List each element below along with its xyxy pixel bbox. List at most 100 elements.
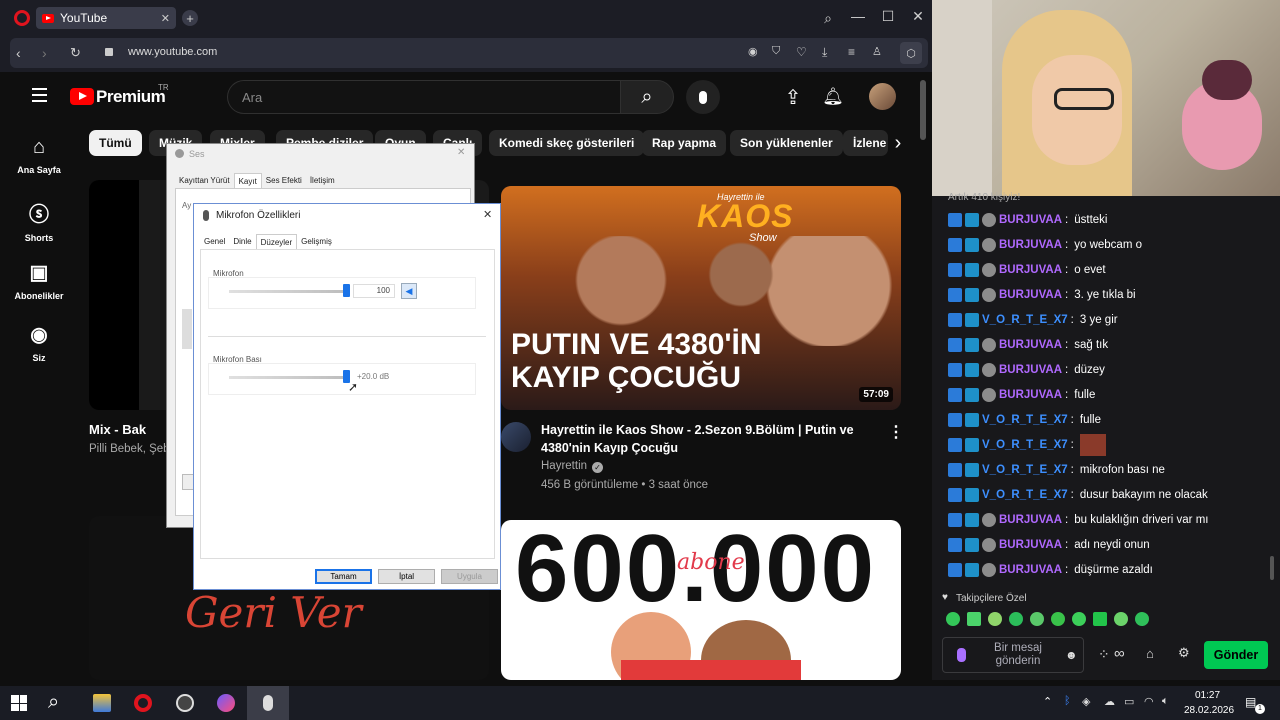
- tab-listen[interactable]: Dinle: [229, 234, 255, 250]
- send-button[interactable]: Gönder: [1204, 641, 1268, 669]
- chat-username[interactable]: BURJUVAA: [999, 364, 1062, 376]
- microphone-slider-track[interactable]: [229, 290, 347, 293]
- tab-communications[interactable]: İletişim: [306, 173, 339, 189]
- premium-logo-text[interactable]: Premium: [96, 87, 166, 107]
- battery-icon[interactable]: ▭: [1124, 695, 1134, 708]
- chat-username[interactable]: BURJUVAA: [999, 514, 1062, 526]
- video-title-mix[interactable]: Mix - Bak: [89, 422, 146, 437]
- chat-username[interactable]: BURJUVAA: [999, 389, 1062, 401]
- youtube-logo-icon[interactable]: [70, 88, 94, 105]
- store-icon[interactable]: ⌂: [1146, 646, 1154, 661]
- notifications-bell-icon[interactable]: 🔔︎: [820, 84, 846, 110]
- sidebar-item-shorts[interactable]: ⓢ Shorts: [0, 198, 78, 243]
- video-meta-mix[interactable]: Pilli Bebek, Şeb: [89, 443, 170, 455]
- emote-icon[interactable]: [1030, 612, 1044, 626]
- obs-icon[interactable]: [176, 694, 194, 712]
- chevron-up-icon[interactable]: ⌃: [1043, 695, 1052, 708]
- windows-start-icon[interactable]: [11, 695, 27, 711]
- bits-icon[interactable]: ⁘: [1098, 646, 1110, 663]
- close-icon[interactable]: ✕: [457, 147, 465, 158]
- speaker-mute-icon[interactable]: ◀: [401, 283, 417, 299]
- tab-recording[interactable]: Kayıt: [233, 173, 262, 189]
- emote-icon[interactable]: [1135, 612, 1149, 626]
- clock-time[interactable]: 01:27: [1195, 690, 1220, 701]
- chip-comedy[interactable]: Komedi skeç gösterileri: [489, 130, 645, 156]
- bluetooth-icon[interactable]: ᛒ: [1064, 695, 1071, 707]
- emote-icon[interactable]: [1114, 612, 1128, 626]
- chat-username[interactable]: BURJUVAA: [999, 539, 1062, 551]
- cloud-icon[interactable]: ☁: [1104, 695, 1115, 708]
- url-text[interactable]: www.youtube.com: [128, 46, 217, 58]
- chip-watched[interactable]: İzlene: [843, 130, 888, 156]
- chat-username[interactable]: BURJUVAA: [999, 289, 1062, 301]
- tab-advanced[interactable]: Gelişmiş: [297, 234, 336, 250]
- volume-icon[interactable]: 🔈︎: [1162, 695, 1169, 708]
- emoji-icon[interactable]: ☻: [1065, 648, 1078, 662]
- sidebar-item-you[interactable]: ◉ Siz: [0, 322, 78, 363]
- chip-rap[interactable]: Rap yapma: [642, 130, 727, 156]
- chat-scrollbar[interactable]: [1270, 556, 1274, 580]
- video-thumbnail-kaos[interactable]: Hayrettin ile KAOS Show PUTIN VE 4380'İN…: [501, 186, 901, 410]
- clock-date[interactable]: 28.02.2026: [1184, 705, 1234, 716]
- chat-username[interactable]: V_O_R_T_E_X7: [982, 489, 1068, 501]
- sound-settings-taskbar-item[interactable]: [247, 686, 289, 720]
- sidebar-item-subscriptions[interactable]: ▣ Abonelikler: [0, 260, 78, 301]
- emote-icon[interactable]: [946, 612, 960, 626]
- more-options-icon[interactable]: ⋮: [888, 422, 904, 442]
- hamburger-menu-icon[interactable]: [32, 88, 47, 102]
- heart-icon[interactable]: ♡: [796, 45, 807, 59]
- sidebar-item-home[interactable]: ⌂ Ana Sayfa: [0, 136, 78, 175]
- tab-playback[interactable]: Kayıttan Yürüt: [175, 173, 234, 189]
- search-input[interactable]: Ara: [227, 80, 620, 114]
- opera-taskbar-icon[interactable]: [134, 694, 152, 712]
- extension-box-icon[interactable]: ⬡: [900, 42, 922, 64]
- page-scrollbar[interactable]: [920, 80, 926, 140]
- microphone-level-value[interactable]: 100: [353, 284, 395, 298]
- tab-levels[interactable]: Düzeyler: [255, 234, 298, 250]
- camera-icon[interactable]: ◉: [748, 45, 758, 58]
- microphone-slider-thumb[interactable]: [343, 284, 350, 297]
- chat-username[interactable]: V_O_R_T_E_X7: [982, 464, 1068, 476]
- back-icon[interactable]: ‹: [16, 45, 21, 61]
- channel-avatar[interactable]: [501, 422, 531, 452]
- microphone-icon[interactable]: [957, 648, 966, 662]
- chevron-right-icon[interactable]: ›: [888, 130, 908, 156]
- chat-username[interactable]: BURJUVAA: [999, 339, 1062, 351]
- emote-icon[interactable]: [1093, 612, 1107, 626]
- tab-effects[interactable]: Ses Efekti: [262, 173, 306, 189]
- new-tab-button[interactable]: +: [182, 10, 198, 26]
- chip-all[interactable]: Tümü: [89, 130, 142, 156]
- chat-username[interactable]: BURJUVAA: [999, 564, 1062, 576]
- discord-icon[interactable]: ◈: [1082, 695, 1090, 708]
- opera-logo-icon[interactable]: [14, 10, 30, 26]
- close-icon[interactable]: ✕: [483, 208, 492, 221]
- emote-icon[interactable]: [1009, 612, 1023, 626]
- tab-close-icon[interactable]: ✕: [161, 12, 170, 25]
- forward-icon[interactable]: ›: [42, 45, 47, 61]
- wifi-icon[interactable]: ◠: [1144, 695, 1154, 708]
- file-explorer-icon[interactable]: [93, 694, 111, 712]
- voice-search-button[interactable]: [686, 80, 720, 114]
- chat-username[interactable]: BURJUVAA: [999, 214, 1062, 226]
- chip-recent[interactable]: Son yüklenenler: [730, 130, 843, 156]
- emote-icon[interactable]: [1072, 612, 1086, 626]
- messenger-icon[interactable]: [217, 694, 235, 712]
- chat-username[interactable]: BURJUVAA: [999, 239, 1062, 251]
- close-button[interactable]: ✕: [910, 8, 926, 25]
- video-thumbnail-600k[interactable]: 600.000 abone: [501, 520, 901, 680]
- shield-icon[interactable]: ⛉: [772, 45, 780, 58]
- profile-icon[interactable]: ♙: [872, 45, 882, 58]
- search-button[interactable]: ⌕: [620, 80, 674, 114]
- upload-icon[interactable]: ⇪: [780, 84, 806, 110]
- chat-input[interactable]: Bir mesaj gönderin ☻: [942, 637, 1084, 673]
- minimize-button[interactable]: —: [850, 8, 866, 24]
- search-tabs-icon[interactable]: ⌕: [820, 10, 836, 27]
- browser-tab-youtube[interactable]: YouTube ✕: [36, 7, 176, 29]
- ok-button[interactable]: Tamam: [315, 569, 372, 584]
- emote-icon[interactable]: [1051, 612, 1065, 626]
- tab-general[interactable]: Genel: [200, 234, 229, 250]
- address-bar[interactable]: ‹ › ↻ www.youtube.com ◉ ⛉ ♡ ⤓ ≡ ♙ ⬡: [10, 38, 928, 68]
- chat-username[interactable]: V_O_R_T_E_X7: [982, 314, 1068, 326]
- cancel-button[interactable]: İptal: [378, 569, 435, 584]
- infinity-icon[interactable]: ∞: [1114, 645, 1125, 662]
